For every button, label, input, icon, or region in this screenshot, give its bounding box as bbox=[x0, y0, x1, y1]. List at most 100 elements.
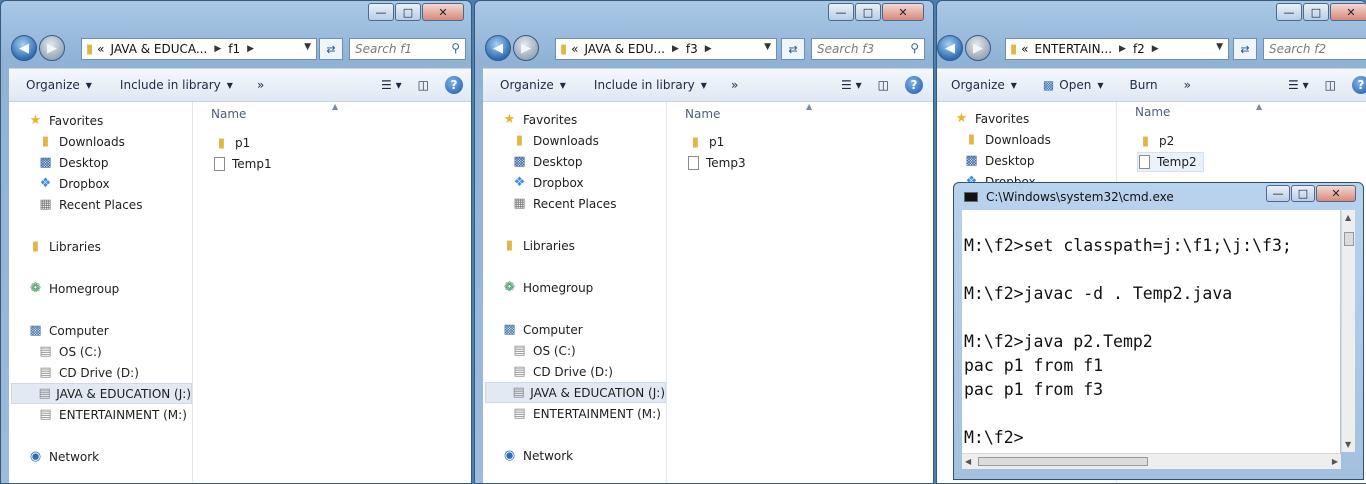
nav-desktop[interactable]: ▩ Desktop bbox=[511, 151, 666, 172]
chevron-right-icon[interactable]: ▶ bbox=[705, 44, 712, 54]
back-button[interactable]: ◀ bbox=[937, 35, 963, 61]
back-button[interactable]: ◀ bbox=[485, 35, 511, 61]
breadcrumb-folder[interactable]: f1 bbox=[228, 42, 240, 56]
close-button[interactable]: ✕ bbox=[1330, 3, 1366, 21]
scroll-down-icon[interactable]: ▼ bbox=[1345, 440, 1351, 449]
help-icon[interactable]: ? bbox=[905, 76, 923, 94]
chevron-right-icon[interactable]: ▶ bbox=[214, 44, 221, 54]
breadcrumb-prefix[interactable]: « bbox=[1021, 42, 1028, 56]
include-in-library-button[interactable]: Include in library ▼ bbox=[594, 78, 707, 92]
close-button[interactable]: ✕ bbox=[882, 3, 924, 21]
nav-network[interactable]: ◉ Network bbox=[27, 446, 192, 467]
organize-button[interactable]: Organize ▼ bbox=[26, 78, 92, 92]
address-bar[interactable]: ▮ « ENTERTAIN... ▶ f2 ▶ ▼ bbox=[1005, 38, 1229, 60]
scroll-up-icon[interactable]: ▲ bbox=[1345, 213, 1351, 222]
scroll-thumb[interactable] bbox=[1344, 232, 1354, 246]
include-in-library-button[interactable]: Include in library ▼ bbox=[120, 78, 233, 92]
breadcrumb-drive[interactable]: JAVA & EDUCA... bbox=[111, 42, 208, 56]
nav-dropbox[interactable]: ❖ Dropbox bbox=[511, 172, 666, 193]
chevron-down-icon[interactable]: ▼ bbox=[764, 42, 771, 52]
back-button[interactable]: ◀ bbox=[11, 35, 37, 61]
preview-pane-icon[interactable]: ◫ bbox=[1325, 78, 1336, 92]
organize-button[interactable]: Organize ▼ bbox=[500, 78, 566, 92]
nav-drive-d[interactable]: ▤ CD Drive (D:) bbox=[511, 361, 666, 382]
command-prompt-window[interactable]: C:\Windows\system32\cmd.exe — □ ✕ M:\f2>… bbox=[953, 182, 1364, 480]
preview-pane-icon[interactable]: ◫ bbox=[878, 78, 889, 92]
help-icon[interactable]: ? bbox=[445, 76, 463, 94]
maximize-button[interactable]: □ bbox=[1303, 3, 1329, 21]
nav-network[interactable]: ◉ Network bbox=[501, 445, 666, 466]
more-commands-button[interactable]: » bbox=[257, 78, 264, 92]
nav-drive-m[interactable]: ▤ ENTERTAINMENT (M:) bbox=[511, 403, 666, 424]
more-commands-button[interactable]: » bbox=[731, 78, 738, 92]
search-icon[interactable]: ⚲ bbox=[451, 41, 460, 55]
list-item[interactable]: Temp3 bbox=[687, 153, 746, 173]
forward-button[interactable]: ▶ bbox=[513, 35, 539, 61]
close-button[interactable]: ✕ bbox=[422, 3, 464, 21]
breadcrumb-folder[interactable]: f3 bbox=[686, 42, 698, 56]
minimize-button[interactable]: — bbox=[1266, 185, 1290, 202]
scroll-thumb[interactable] bbox=[978, 457, 1148, 466]
more-commands-button[interactable]: » bbox=[1184, 78, 1191, 92]
nav-drive-c[interactable]: ▤ OS (C:) bbox=[511, 340, 666, 361]
nav-dropbox[interactable]: ❖ Dropbox bbox=[37, 173, 192, 194]
forward-button[interactable]: ▶ bbox=[39, 35, 65, 61]
open-button[interactable]: ▩ Open ▼ bbox=[1043, 78, 1104, 92]
minimize-button[interactable]: — bbox=[828, 3, 854, 21]
breadcrumb-folder[interactable]: f2 bbox=[1133, 42, 1145, 56]
chevron-down-icon[interactable]: ▼ bbox=[1216, 42, 1223, 52]
search-input[interactable]: Search f2 bbox=[1263, 38, 1366, 60]
list-item[interactable]: Temp1 bbox=[213, 154, 272, 174]
nav-recent-places[interactable]: ▦ Recent Places bbox=[37, 194, 192, 215]
vertical-scrollbar[interactable]: ▲ ▼ bbox=[1341, 210, 1355, 452]
search-icon[interactable]: ⚲ bbox=[910, 41, 919, 55]
chevron-right-icon[interactable]: ▶ bbox=[1152, 44, 1159, 54]
breadcrumb-prefix[interactable]: « bbox=[97, 42, 104, 56]
help-icon[interactable]: ? bbox=[1352, 76, 1366, 94]
nav-downloads[interactable]: ▮ Downloads bbox=[37, 131, 192, 152]
list-item[interactable]: ▮ p1 bbox=[213, 133, 250, 153]
scroll-right-icon[interactable]: ▶ bbox=[1332, 457, 1338, 466]
nav-recent-places[interactable]: ▦ Recent Places bbox=[511, 193, 666, 214]
nav-libraries[interactable]: ▮ Libraries bbox=[27, 236, 192, 257]
nav-drive-j[interactable]: ▤ JAVA & EDUCATION (J:) bbox=[485, 382, 666, 403]
nav-desktop[interactable]: ▩ Desktop bbox=[963, 150, 1116, 171]
nav-downloads[interactable]: ▮ Downloads bbox=[963, 129, 1116, 150]
search-input[interactable]: Search f3 ⚲ bbox=[811, 38, 925, 60]
list-item[interactable]: ▮ p2 bbox=[1137, 131, 1174, 151]
refresh-button[interactable]: ⇄ bbox=[781, 38, 805, 60]
nav-drive-m[interactable]: ▤ ENTERTAINMENT (M:) bbox=[37, 404, 192, 425]
horizontal-scrollbar[interactable]: ◀ ▶ bbox=[962, 453, 1341, 469]
list-item[interactable]: ▮ p1 bbox=[687, 132, 724, 152]
view-options-icon[interactable]: ☰ ▾ bbox=[1288, 78, 1309, 92]
column-header-name[interactable]: Name bbox=[211, 107, 246, 121]
column-header-name[interactable]: Name bbox=[685, 107, 720, 121]
organize-button[interactable]: Organize ▼ bbox=[951, 78, 1017, 92]
nav-favorites[interactable]: ★ Favorites bbox=[501, 109, 666, 130]
burn-button[interactable]: Burn bbox=[1129, 78, 1157, 92]
nav-libraries[interactable]: ▮ Libraries bbox=[501, 235, 666, 256]
nav-homegroup[interactable]: ❁ Homegroup bbox=[27, 278, 192, 299]
chevron-right-icon[interactable]: ▶ bbox=[247, 44, 254, 54]
nav-drive-d[interactable]: ▤ CD Drive (D:) bbox=[37, 362, 192, 383]
address-bar[interactable]: ▮ « JAVA & EDU... ▶ f3 ▶ ▼ bbox=[555, 38, 777, 60]
refresh-button[interactable]: ⇄ bbox=[1233, 38, 1257, 60]
breadcrumb-drive[interactable]: ENTERTAIN... bbox=[1035, 42, 1113, 56]
minimize-button[interactable]: — bbox=[1276, 3, 1302, 21]
nav-homegroup[interactable]: ❁ Homegroup bbox=[501, 277, 666, 298]
nav-favorites[interactable]: ★ Favorites bbox=[27, 110, 192, 131]
breadcrumb-drive[interactable]: JAVA & EDU... bbox=[585, 42, 665, 56]
nav-drive-j[interactable]: ▤ JAVA & EDUCATION (J:) bbox=[11, 383, 192, 404]
breadcrumb-prefix[interactable]: « bbox=[571, 42, 578, 56]
scroll-left-icon[interactable]: ◀ bbox=[965, 457, 971, 466]
address-bar[interactable]: ▮ « JAVA & EDUCA... ▶ f1 ▶ ▼ bbox=[81, 38, 317, 60]
maximize-button[interactable]: □ bbox=[855, 3, 881, 21]
chevron-right-icon[interactable]: ▶ bbox=[1119, 44, 1126, 54]
refresh-button[interactable]: ⇄ bbox=[319, 38, 343, 60]
nav-desktop[interactable]: ▩ Desktop bbox=[37, 152, 192, 173]
search-input[interactable]: Search f1 ⚲ bbox=[349, 38, 466, 60]
nav-computer[interactable]: ▩ Computer bbox=[501, 319, 666, 340]
close-button[interactable]: ✕ bbox=[1316, 185, 1356, 202]
nav-downloads[interactable]: ▮ Downloads bbox=[511, 130, 666, 151]
maximize-button[interactable]: □ bbox=[1291, 185, 1315, 202]
